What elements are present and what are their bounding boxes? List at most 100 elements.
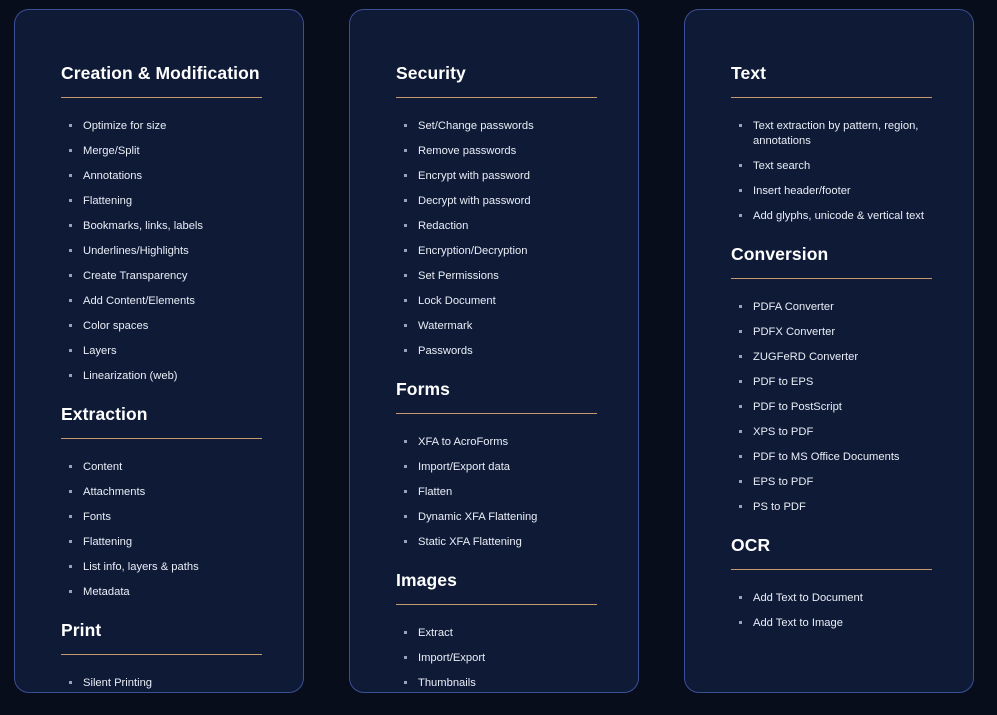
feature-list-conversion: PDFA Converter PDFX Converter ZUGFeRD Co… (709, 300, 949, 515)
section-divider (731, 277, 932, 279)
list-item-label: XFA to AcroForms (418, 436, 509, 448)
list-item-label: Linearization (web) (83, 369, 178, 382)
section-divider (61, 437, 262, 439)
list-item[interactable]: PS to PDF (739, 500, 949, 515)
list-item-label: Metadata (83, 585, 130, 598)
list-item[interactable]: Extract (404, 626, 614, 641)
list-item[interactable]: PDF to EPS (739, 375, 949, 390)
feature-card-column-1: Creation & Modification Optimize for siz… (14, 9, 304, 693)
list-item[interactable]: Add glyphs, unicode & vertical text (739, 209, 949, 224)
bullet-icon (404, 440, 407, 443)
list-item[interactable]: Attachments (69, 485, 279, 500)
list-item[interactable]: Text extraction by pattern, region, anno… (739, 119, 949, 149)
list-item[interactable]: Passwords (404, 344, 614, 359)
bullet-icon (69, 464, 72, 468)
bullet-icon (69, 348, 72, 352)
section-title-security: Security (396, 63, 466, 83)
list-item[interactable]: Decrypt with password (404, 194, 614, 209)
list-item[interactable]: Flatten (404, 485, 614, 500)
list-item[interactable]: XFA to AcroForms (404, 435, 614, 450)
list-item[interactable]: Import/Export data (404, 460, 614, 475)
list-item[interactable]: Add Content/Elements (69, 294, 279, 309)
bullet-icon (739, 188, 742, 192)
feature-list-text: Text extraction by pattern, region, anno… (709, 119, 949, 223)
bullet-icon (739, 429, 742, 433)
section-divider (61, 653, 262, 655)
list-item[interactable]: Add Text to Document (739, 591, 949, 606)
list-item[interactable]: PDFA Converter (739, 300, 949, 315)
list-item[interactable]: Encrypt with password (404, 169, 614, 184)
list-item[interactable]: Set/Change passwords (404, 119, 614, 134)
bullet-icon (404, 655, 407, 659)
list-item-label: Text search (753, 160, 811, 172)
list-item[interactable]: PDF to PostScript (739, 400, 949, 415)
list-item-label: EPS to PDF (753, 475, 814, 488)
section-security: Security Set/Change passwords Remove pas… (374, 63, 614, 359)
list-item[interactable]: PDFX Converter (739, 325, 949, 340)
bullet-icon (69, 274, 72, 278)
list-item[interactable]: Underlines/Highlights (69, 244, 279, 259)
bullet-icon (739, 304, 742, 308)
bullet-icon (739, 164, 742, 167)
list-item-label: Optimize for size (83, 120, 167, 133)
list-item[interactable]: Thumbnails (404, 676, 614, 691)
list-item-label: Flattening (83, 535, 133, 548)
list-item[interactable]: Color spaces (69, 319, 279, 334)
list-item[interactable]: Insert header/footer (739, 184, 949, 199)
bullet-icon (404, 299, 407, 303)
list-item[interactable]: Static XFA Flattening (404, 535, 614, 550)
list-item[interactable]: Set Permissions (404, 269, 614, 284)
feature-list-creation-and-modification: Optimize for size Merge/Split Annotation… (39, 119, 279, 383)
bullet-icon (404, 124, 407, 128)
list-item[interactable]: Optimize for size (69, 119, 279, 134)
list-item[interactable]: Import/Export (404, 651, 614, 666)
section-title-print: Print (61, 619, 102, 640)
section-divider (61, 97, 262, 99)
section-divider (396, 97, 597, 99)
list-item[interactable]: Flattening (69, 194, 279, 209)
list-item[interactable]: Encryption/Decryption (404, 244, 614, 259)
section-print: Print Silent Printing Automating Tray Pu… (39, 619, 279, 692)
list-item[interactable]: Flattening (69, 535, 279, 550)
list-item[interactable]: List info, layers & paths (69, 560, 279, 575)
list-item[interactable]: PDF to MS Office Documents (739, 450, 949, 465)
list-item-label: XPS to PDF (753, 425, 814, 438)
list-item[interactable]: Remove passwords (404, 144, 614, 159)
bullet-icon (404, 274, 407, 278)
section-title-forms: Forms (396, 378, 450, 399)
list-item[interactable]: Lock Document (404, 294, 614, 309)
list-item[interactable]: EPS to PDF (739, 475, 949, 490)
list-item[interactable]: Dynamic XFA Flattening (404, 510, 614, 525)
list-item[interactable]: Redaction (404, 219, 614, 234)
bullet-icon (69, 149, 72, 153)
list-item[interactable]: Add Text to Image (739, 616, 949, 631)
feature-list-security: Set/Change passwords Remove passwords En… (374, 119, 614, 359)
list-item[interactable]: Annotations (69, 169, 279, 184)
list-item[interactable]: Watermark (404, 319, 614, 334)
list-item-label: Insert header/footer (753, 184, 851, 197)
list-item[interactable]: ZUGFeRD Converter (739, 350, 949, 365)
list-item[interactable]: Silent Printing (69, 676, 279, 691)
list-item[interactable]: Text search (739, 159, 949, 174)
bullet-icon (69, 539, 72, 543)
list-item[interactable]: Content (69, 460, 279, 475)
bullet-icon (69, 199, 72, 203)
list-item-label: PDFX Converter (753, 325, 836, 338)
list-item[interactable]: XPS to PDF (739, 425, 949, 440)
list-item[interactable]: Merge/Split (69, 144, 279, 159)
list-item[interactable]: Fonts (69, 510, 279, 525)
bullet-icon (69, 680, 72, 684)
list-item[interactable]: Linearization (web) (69, 369, 279, 384)
section-title-creation-and-modification: Creation & Modification (61, 63, 260, 83)
section-title-text: Text (731, 63, 767, 83)
bullet-icon (69, 564, 72, 568)
bullet-icon (739, 124, 742, 128)
list-item[interactable]: Bookmarks, links, labels (69, 219, 279, 234)
bullet-icon (69, 299, 72, 303)
list-item-label: Flatten (418, 485, 453, 498)
list-item[interactable]: Create Transparency (69, 269, 279, 284)
list-item[interactable]: Layers (69, 344, 279, 359)
bullet-icon (739, 354, 742, 358)
list-item[interactable]: Metadata (69, 585, 279, 600)
list-item-label: ZUGFeRD Converter (753, 350, 859, 363)
